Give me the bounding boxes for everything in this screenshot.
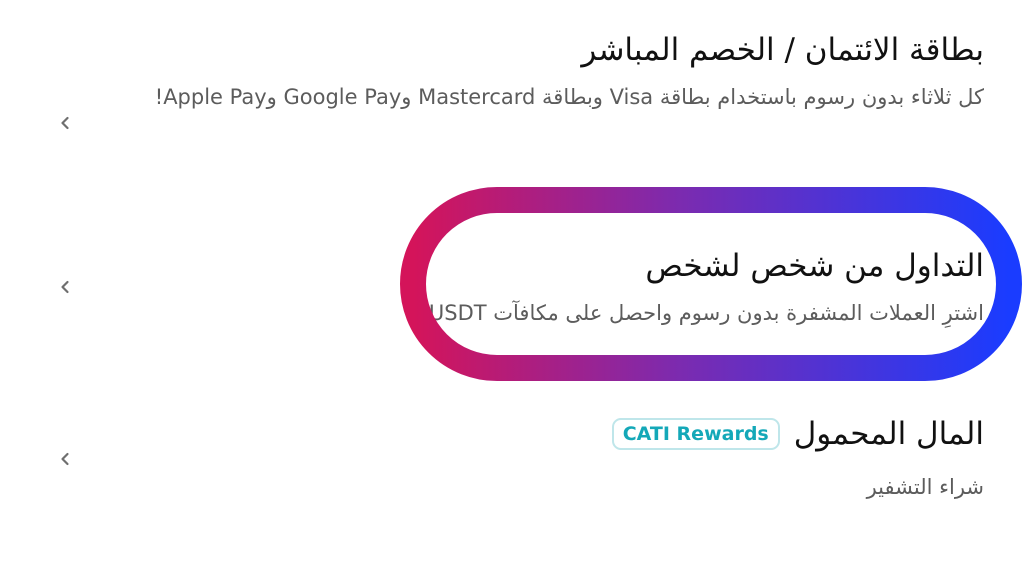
chevron-left-icon	[56, 114, 74, 132]
rewards-badge: CATI Rewards	[611, 418, 780, 450]
payment-option-text: بطاقة الائتمان / الخصم المباشر كل ثلاثاء…	[154, 30, 984, 116]
payment-option-title: التداول من شخص لشخص	[645, 248, 984, 284]
chevron-left-icon	[56, 450, 74, 468]
payment-option-text: التداول من شخص لشخص اشترِ العملات المشفر…	[304, 246, 984, 332]
payment-option-subtitle: اشترِ العملات المشفرة بدون رسوم واحصل عل…	[420, 301, 984, 325]
payment-option-subtitle: كل ثلاثاء بدون رسوم باستخدام بطاقة Visa …	[154, 85, 984, 109]
payment-option-title-row: المال المحمول CATI Rewards	[484, 414, 984, 454]
payment-option-mobile-money[interactable]: المال المحمول CATI Rewards شراء التشفير	[0, 414, 1024, 514]
payment-option-title: بطاقة الائتمان / الخصم المباشر	[581, 32, 984, 68]
payment-option-card[interactable]: بطاقة الائتمان / الخصم المباشر كل ثلاثاء…	[0, 30, 1024, 170]
chevron-left-icon	[56, 278, 74, 296]
payment-option-subtitle: شراء التشفير	[866, 475, 984, 499]
payment-option-text: المال المحمول CATI Rewards شراء التشفير	[484, 414, 984, 506]
payment-option-p2p[interactable]: التداول من شخص لشخص اشترِ العملات المشفر…	[0, 240, 1024, 350]
payment-methods-screen: بطاقة الائتمان / الخصم المباشر كل ثلاثاء…	[0, 0, 1024, 576]
payment-option-title: المال المحمول	[793, 416, 984, 452]
